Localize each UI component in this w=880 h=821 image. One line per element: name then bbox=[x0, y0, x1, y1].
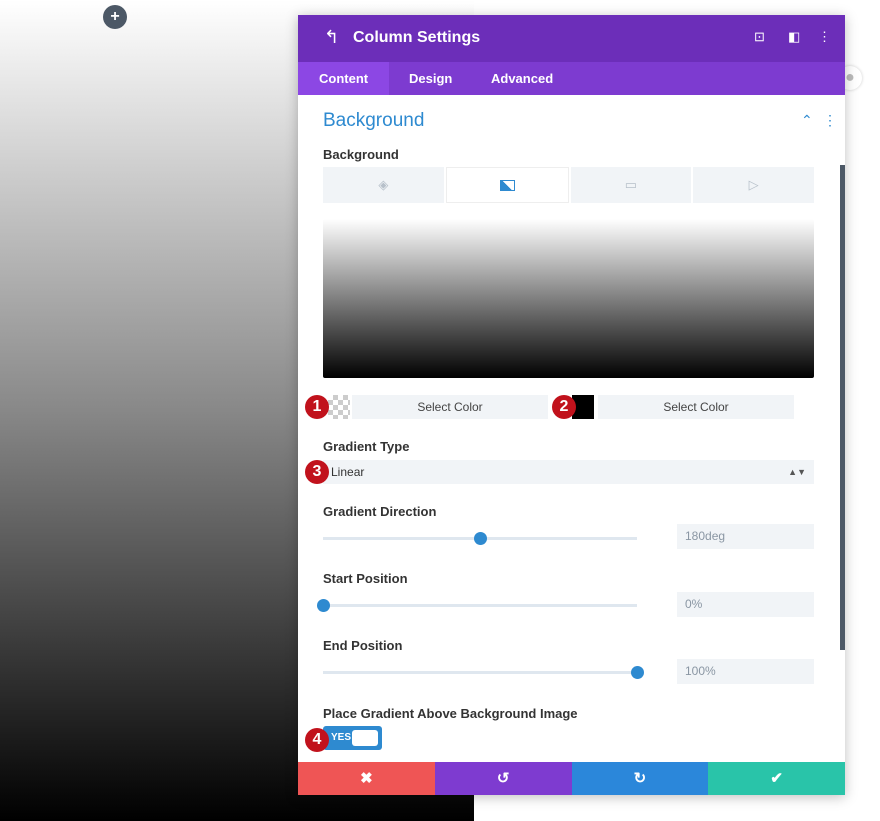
end-position-slider[interactable] bbox=[323, 666, 644, 679]
end-position-input[interactable]: 100% bbox=[677, 659, 814, 684]
color2-select-button[interactable]: Select Color bbox=[598, 395, 794, 419]
background-color-tab[interactable]: ◈ bbox=[323, 167, 444, 203]
gradient-direction-slider[interactable] bbox=[323, 532, 637, 545]
save-button[interactable]: ✔ bbox=[708, 762, 845, 795]
scrollbar[interactable] bbox=[840, 165, 845, 650]
tab-content[interactable]: Content bbox=[298, 62, 390, 95]
background-gradient-tab[interactable] bbox=[445, 167, 569, 203]
redo-button[interactable]: ↻ bbox=[571, 762, 709, 795]
annotation-badge-4: 4 bbox=[305, 728, 329, 752]
annotation-badge-2: 2 bbox=[552, 395, 576, 419]
background-label: Background bbox=[323, 147, 399, 162]
video-icon: ▷ bbox=[748, 177, 759, 192]
split-view-icon[interactable]: ◧ bbox=[788, 29, 800, 45]
tab-design[interactable]: Design bbox=[388, 62, 473, 95]
toggle-knob bbox=[352, 730, 378, 746]
action-bar: ✖ ↺ ↻ ✔ bbox=[298, 762, 845, 795]
tab-advanced[interactable]: Advanced bbox=[470, 62, 574, 95]
color1-select-button[interactable]: Select Color bbox=[352, 395, 548, 419]
gradient-type-select[interactable]: Linear ▲▼ bbox=[323, 460, 814, 484]
image-icon: ▭ bbox=[624, 177, 638, 192]
gradient-type-label: Gradient Type bbox=[323, 439, 410, 454]
section-title[interactable]: Background bbox=[323, 110, 424, 132]
column-settings-panel: ↰ Column Settings ⊡ ◧ ⋮ Content Design A… bbox=[298, 15, 845, 795]
paint-bucket-icon: ◈ bbox=[378, 177, 389, 192]
tab-bar: Content Design Advanced bbox=[298, 62, 845, 95]
color1-swatch[interactable] bbox=[328, 395, 350, 419]
gradient-icon bbox=[499, 179, 515, 191]
background-video-tab[interactable]: ▷ bbox=[693, 167, 814, 203]
gradient-above-label: Place Gradient Above Background Image bbox=[323, 706, 578, 721]
chevron-up-icon[interactable]: ⌃ bbox=[801, 112, 813, 129]
background-type-tabs: ◈ ▭ ▷ bbox=[323, 167, 814, 203]
gradient-above-toggle[interactable]: YES bbox=[323, 726, 382, 750]
toggle-label: YES bbox=[331, 732, 352, 743]
slider-handle[interactable] bbox=[474, 532, 487, 545]
select-arrows-icon: ▲▼ bbox=[788, 467, 806, 477]
end-position-label: End Position bbox=[323, 638, 403, 653]
start-position-input[interactable]: 0% bbox=[677, 592, 814, 617]
annotation-badge-1: 1 bbox=[305, 395, 329, 419]
gradient-type-value: Linear bbox=[331, 465, 365, 479]
background-image-tab[interactable]: ▭ bbox=[570, 167, 692, 203]
panel-title: Column Settings bbox=[353, 29, 481, 46]
gradient-direction-label: Gradient Direction bbox=[323, 504, 437, 519]
start-position-slider[interactable] bbox=[317, 599, 637, 612]
section-menu-icon[interactable]: ⋮ bbox=[823, 112, 837, 129]
gradient-direction-input[interactable]: 180deg bbox=[677, 524, 814, 549]
annotation-badge-3: 3 bbox=[305, 460, 329, 484]
gradient-preview bbox=[323, 219, 814, 378]
panel-header: ↰ Column Settings ⊡ ◧ ⋮ bbox=[298, 15, 845, 62]
slider-handle[interactable] bbox=[317, 599, 330, 612]
start-position-label: Start Position bbox=[323, 571, 408, 586]
slider-handle[interactable] bbox=[631, 666, 644, 679]
undo-button[interactable]: ↺ bbox=[434, 762, 572, 795]
cancel-button[interactable]: ✖ bbox=[298, 762, 435, 795]
back-icon[interactable]: ↰ bbox=[324, 27, 339, 48]
add-row-button[interactable]: + bbox=[103, 5, 127, 29]
fullscreen-icon[interactable]: ⊡ bbox=[754, 29, 765, 45]
more-options-icon[interactable]: ⋮ bbox=[818, 29, 831, 45]
